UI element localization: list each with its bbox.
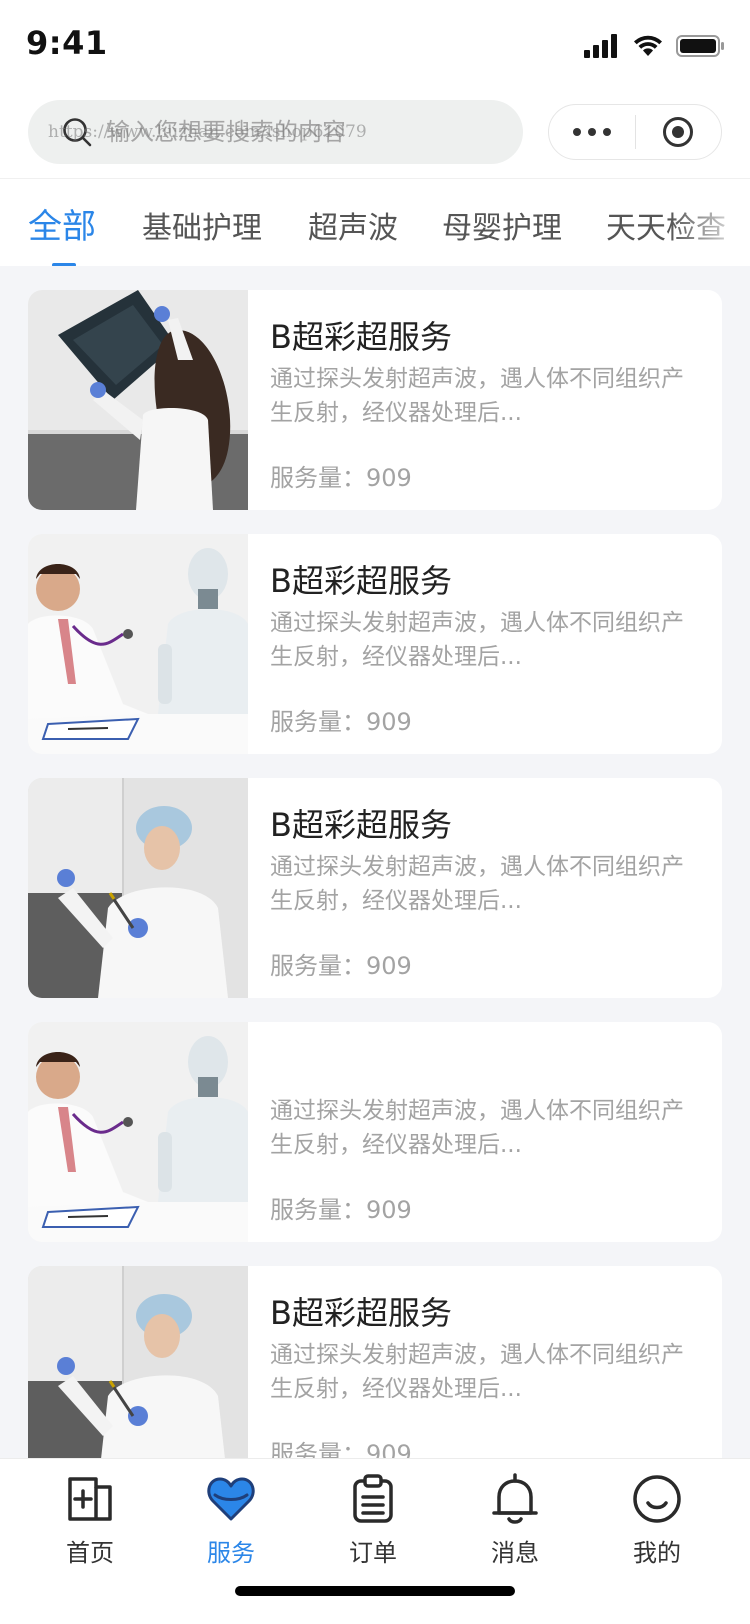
signal-icon xyxy=(584,34,617,58)
card-title: B超彩超服务 xyxy=(270,562,452,600)
watermark-text: https://www.huzhan.com/ishop61079 xyxy=(48,122,367,142)
status-icons xyxy=(584,32,726,60)
card-info: B超彩超服务 通过探头发射超声波，遇人体不同组织产生反射，经仪器处理后... 服… xyxy=(270,778,700,998)
home-plus-icon xyxy=(68,1477,112,1521)
wifi-icon xyxy=(634,35,662,56)
tabbar-orders[interactable]: 订单 xyxy=(308,1473,438,1573)
active-tab-indicator xyxy=(52,263,76,266)
service-card[interactable]: B超彩超服务 通过探头发射超声波，遇人体不同组织产生反射，经仪器处理后... 服… xyxy=(28,1266,722,1486)
tab-maternal-care[interactable]: 母婴护理 xyxy=(442,203,562,247)
status-time: 9:41 xyxy=(26,24,108,62)
tab-all[interactable]: 全部 xyxy=(28,199,96,248)
dot-icon xyxy=(588,128,596,136)
doctor-robot-stethoscope-photo xyxy=(28,1022,248,1242)
card-description: 通过探头发射超声波，遇人体不同组织产生反射，经仪器处理后... xyxy=(270,610,684,670)
tabbar-label: 消息 xyxy=(491,1539,539,1567)
category-tabs: 全部 基础护理 超声波 母婴护理 天天检查 xyxy=(0,178,750,266)
tab-basic-care[interactable]: 基础护理 xyxy=(142,203,262,247)
card-description: 通过探头发射超声波，遇人体不同组织产生反射，经仪器处理后... xyxy=(270,1098,684,1158)
bottom-tab-bar: 首页 服务 订单 消息 我的 xyxy=(0,1458,750,1624)
service-count: 服务量：909 xyxy=(270,708,412,736)
card-title: B超彩超服务 xyxy=(270,1294,452,1332)
tabbar-profile[interactable]: 我的 xyxy=(592,1473,722,1573)
service-count: 服务量：909 xyxy=(270,464,412,492)
dot-icon xyxy=(573,128,581,136)
tabs-fade xyxy=(670,179,750,266)
heart-icon xyxy=(207,1477,255,1521)
doctor-robot-stethoscope-photo xyxy=(28,534,248,754)
tabbar-label: 我的 xyxy=(633,1539,681,1567)
doctor-xray-photo xyxy=(28,290,248,510)
card-description: 通过探头发射超声波，遇人体不同组织产生反射，经仪器处理后... xyxy=(270,366,684,426)
nurse-syringe-photo xyxy=(28,1266,248,1486)
card-description: 通过探头发射超声波，遇人体不同组织产生反射，经仪器处理后... xyxy=(270,1342,684,1402)
battery-icon xyxy=(676,35,724,57)
card-description: 通过探头发射超声波，遇人体不同组织产生反射，经仪器处理后... xyxy=(270,854,684,914)
tab-ultrasound[interactable]: 超声波 xyxy=(308,203,398,247)
more-button[interactable] xyxy=(549,104,635,160)
service-count: 服务量：909 xyxy=(270,952,412,980)
tabbar-home[interactable]: 首页 xyxy=(25,1473,155,1573)
tabbar-service[interactable]: 服务 xyxy=(166,1473,296,1573)
service-card[interactable]: B超彩超服务 通过探头发射超声波，遇人体不同组织产生反射，经仪器处理后... 服… xyxy=(28,778,722,998)
card-title: B超彩超服务 xyxy=(270,806,452,844)
service-count: 服务量：909 xyxy=(270,1196,412,1224)
card-info: B超彩超服务 通过探头发射超声波，遇人体不同组织产生反射，经仪器处理后... 服… xyxy=(270,290,700,510)
service-card[interactable]: 通过探头发射超声波，遇人体不同组织产生反射，经仪器处理后... 服务量：909 xyxy=(28,1022,722,1242)
card-title: B超彩超服务 xyxy=(270,318,452,356)
service-card[interactable]: B超彩超服务 通过探头发射超声波，遇人体不同组织产生反射，经仪器处理后... 服… xyxy=(28,290,722,510)
clipboard-icon xyxy=(353,1474,393,1523)
bell-icon xyxy=(492,1473,538,1524)
nurse-syringe-photo xyxy=(28,778,248,998)
search-header: https://www.huzhan.com/ishop61079 xyxy=(0,88,750,178)
tabbar-label: 订单 xyxy=(349,1539,397,1567)
card-info: B超彩超服务 通过探头发射超声波，遇人体不同组织产生反射，经仪器处理后... 服… xyxy=(270,1266,700,1486)
smile-icon xyxy=(633,1475,681,1523)
app-screen: 9:41 输入您想要搜索的内容 https://www.huzhan.com/i… xyxy=(0,0,750,1624)
mini-program-capsule xyxy=(548,104,722,160)
service-list: B超彩超服务 通过探头发射超声波，遇人体不同组织产生反射，经仪器处理后... 服… xyxy=(28,290,722,1510)
dot-icon xyxy=(603,128,611,136)
service-card[interactable]: B超彩超服务 通过探头发射超声波，遇人体不同组织产生反射，经仪器处理后... 服… xyxy=(28,534,722,754)
home-indicator xyxy=(235,1586,515,1596)
status-bar: 9:41 xyxy=(0,0,750,88)
card-info: B超彩超服务 通过探头发射超声波，遇人体不同组织产生反射，经仪器处理后... 服… xyxy=(270,534,700,754)
tabbar-messages[interactable]: 消息 xyxy=(450,1473,580,1573)
card-info: 通过探头发射超声波，遇人体不同组织产生反射，经仪器处理后... 服务量：909 xyxy=(270,1022,700,1242)
tabbar-label: 首页 xyxy=(66,1539,114,1567)
tabbar-label: 服务 xyxy=(207,1539,255,1567)
close-mini-program-button[interactable] xyxy=(636,104,721,160)
target-icon xyxy=(663,117,694,147)
